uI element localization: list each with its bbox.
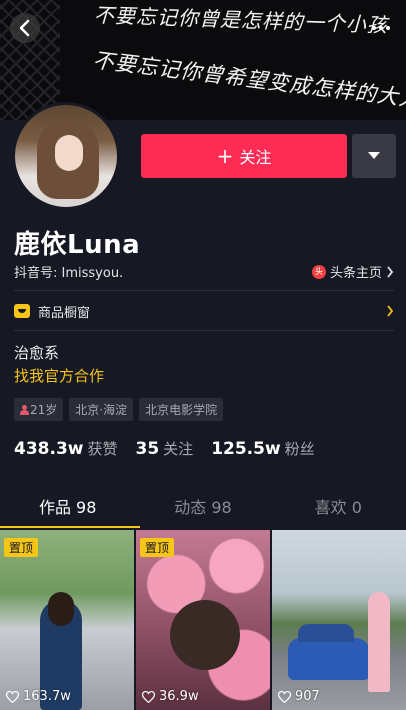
profile-name: 鹿依Luna: [14, 230, 141, 260]
profile-tags: 21岁 北京·海淀 北京电影学院: [14, 398, 224, 421]
video-thumbnail[interactable]: 置顶 36.9w: [136, 530, 270, 710]
toutiao-icon: 头: [311, 264, 326, 279]
douyin-id: 抖音号: Imissyou.: [14, 266, 124, 281]
heart-icon: [6, 690, 19, 703]
shop-window-row[interactable]: 商品橱窗: [14, 300, 394, 322]
stat-following[interactable]: 35 关注: [136, 438, 194, 459]
profile-stats: 438.3w 获赞 35 关注 125.5w 粉丝: [14, 438, 315, 459]
tab-likes[interactable]: 喜欢 0: [271, 490, 406, 528]
pinned-badge: 置顶: [140, 538, 175, 557]
plus-icon: +: [216, 144, 234, 168]
caret-down-icon: [368, 152, 380, 159]
heart-icon: [278, 690, 291, 703]
video-likes: 36.9w: [142, 689, 199, 704]
video-likes: 163.7w: [6, 689, 71, 704]
pinned-badge: 置顶: [4, 538, 39, 557]
content-tabs: 作品 98 动态 98 喜欢 0: [0, 490, 406, 528]
location-tag: 北京·海淀: [69, 398, 134, 421]
video-likes: 907: [278, 689, 320, 704]
video-grid: 置顶 163.7w 置顶 36.9w 907: [0, 530, 406, 710]
more-dots-icon: [372, 26, 376, 30]
shop-window-label: 商品橱窗: [38, 305, 91, 321]
chevron-right-icon: [387, 305, 394, 317]
bio-line-1: 治愈系: [14, 344, 60, 362]
more-options-button[interactable]: [368, 18, 394, 38]
back-button[interactable]: [10, 13, 40, 43]
follow-button[interactable]: + 关注: [141, 134, 347, 178]
recommend-dropdown-button[interactable]: [352, 134, 396, 178]
banner-text-line-2: 不要忘记你曾希望变成怎样的大人: [91, 47, 406, 113]
tab-works[interactable]: 作品 98: [0, 490, 135, 528]
toutiao-homepage-link[interactable]: 头 头条主页: [311, 262, 394, 281]
stat-followers[interactable]: 125.5w 粉丝: [211, 438, 315, 459]
active-tab-indicator: [0, 526, 140, 528]
bio-line-2: 找我官方合作: [14, 367, 105, 385]
tab-moments[interactable]: 动态 98: [135, 490, 270, 528]
video-thumbnail[interactable]: 907: [272, 530, 406, 710]
follow-button-label: 关注: [239, 148, 272, 167]
female-icon: [20, 404, 29, 415]
school-tag: 北京电影学院: [139, 398, 224, 421]
age-tag: 21岁: [14, 398, 64, 421]
shop-bag-icon: [14, 304, 30, 318]
heart-icon: [142, 690, 155, 703]
stat-likes: 438.3w 获赞: [14, 439, 118, 459]
chevron-right-icon: [387, 265, 394, 278]
avatar[interactable]: [12, 102, 120, 210]
toutiao-label: 头条主页: [329, 266, 382, 281]
divider: [14, 330, 394, 331]
divider: [14, 290, 394, 291]
video-thumbnail[interactable]: 置顶 163.7w: [0, 530, 134, 710]
chevron-left-icon: [19, 19, 30, 37]
banner-text-line-1: 不要忘记你曾是怎样的一个小孩: [93, 2, 389, 38]
